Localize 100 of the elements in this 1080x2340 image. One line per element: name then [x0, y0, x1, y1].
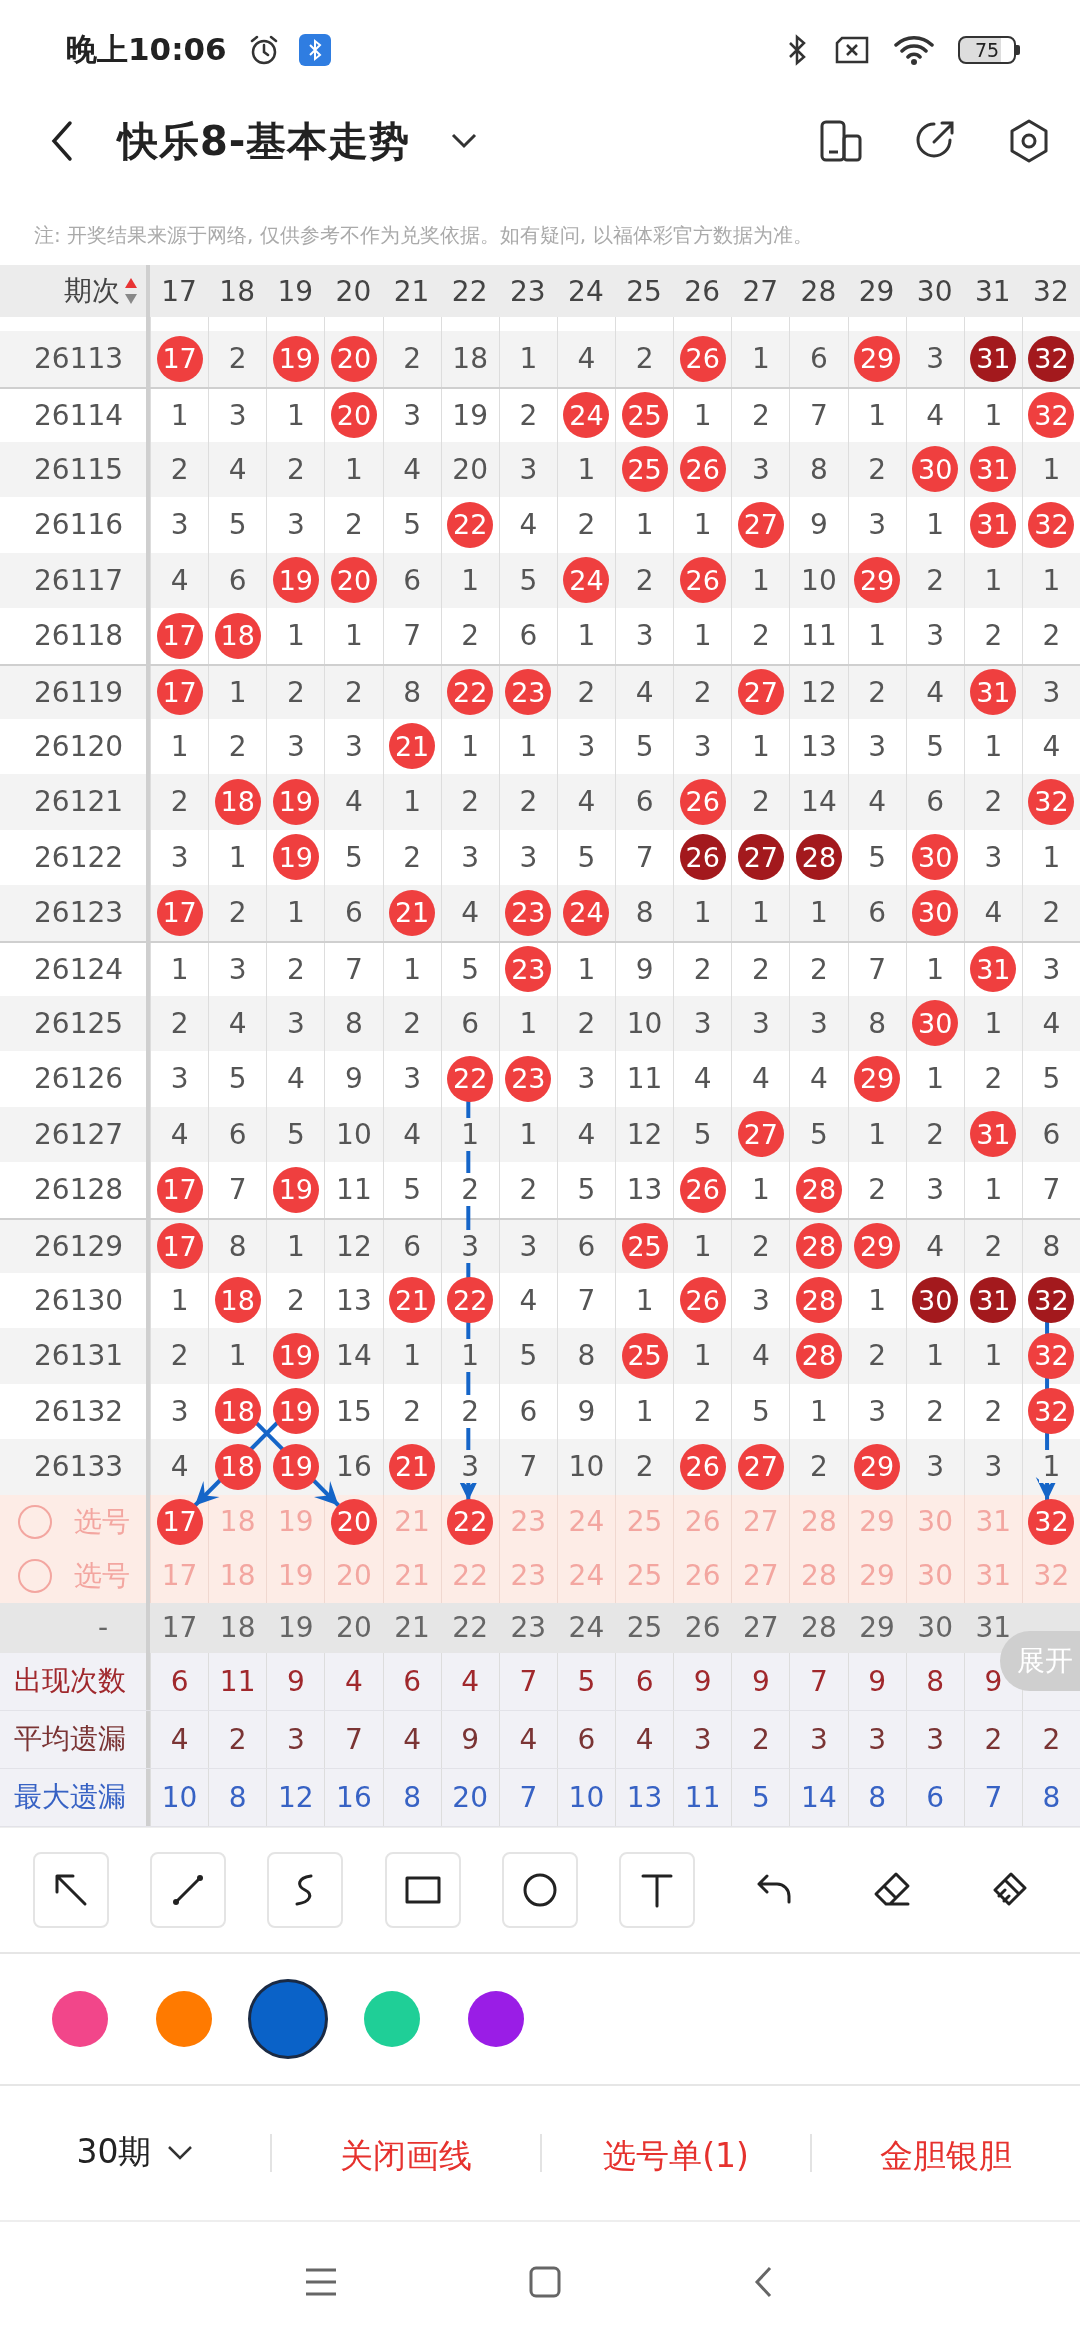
number-ball[interactable]: 22	[447, 1498, 494, 1545]
stat-value: 7	[984, 1780, 1003, 1814]
period-dropdown[interactable]: 30期	[0, 2130, 270, 2175]
number-ball: 26	[679, 1166, 726, 1213]
number-ball: 26	[679, 1277, 726, 1324]
number-ball: 20	[330, 335, 377, 382]
column-number: 24	[568, 1611, 605, 1644]
number-ball: 19	[272, 778, 319, 825]
stat-value: 7	[519, 1664, 538, 1698]
stat-value: 9	[751, 1664, 770, 1698]
number-ball: 22	[447, 1055, 494, 1102]
column-heading: 31	[975, 274, 1011, 308]
text-tool[interactable]	[619, 1851, 696, 1928]
stat-value: 2	[751, 1722, 770, 1756]
radio-button[interactable]	[18, 1558, 52, 1593]
stat-value: 5	[577, 1664, 596, 1698]
action-button[interactable]: 金胆银胆	[810, 2133, 1080, 2172]
stat-value: 4	[170, 1722, 189, 1756]
stat-value: 5	[751, 1780, 770, 1814]
stat-value: 7	[345, 1722, 363, 1756]
wifi-icon	[894, 33, 934, 67]
number-ball: 32	[1028, 1277, 1075, 1324]
number-ball: 25	[621, 392, 668, 438]
stat-value: 3	[926, 1722, 945, 1756]
home-icon[interactable]	[528, 2264, 562, 2299]
action-button[interactable]: 选号单(1)	[540, 2133, 810, 2172]
stat-value: 6	[403, 1664, 421, 1698]
period-number: 26113	[34, 342, 124, 376]
stat-value: 9	[286, 1664, 305, 1698]
column-heading: 30	[916, 274, 953, 308]
status-time: 晚上10:06	[66, 30, 227, 69]
number-ball: 26	[679, 557, 726, 604]
stat-value: 8	[1042, 1780, 1061, 1814]
stat-value: 10	[161, 1780, 198, 1814]
curve-tool[interactable]	[267, 1851, 344, 1928]
number-ball: 29	[854, 1223, 901, 1269]
column-heading: 25	[626, 274, 662, 308]
number-ball: 31	[970, 501, 1017, 548]
number-ball: 17	[156, 1166, 203, 1213]
number-ball: 28	[795, 1332, 842, 1379]
number-ball: 32	[1028, 1332, 1075, 1379]
bluetooth-icon	[298, 34, 331, 66]
column-heading: 20	[335, 274, 372, 308]
column-heading: 28	[800, 274, 837, 308]
number-ball: 30	[912, 889, 959, 936]
stat-value: 8	[228, 1780, 247, 1814]
sort-icon[interactable]	[124, 277, 138, 305]
chevron-down-icon[interactable]	[450, 131, 479, 151]
number-ball: 28	[795, 834, 842, 881]
number-ball: 25	[621, 446, 668, 493]
stat-value: 8	[926, 1664, 945, 1698]
column-heading: 32	[1033, 274, 1069, 308]
column-heading: 23	[510, 274, 546, 308]
number-ball: 32	[1028, 501, 1075, 548]
number-ball: 27	[737, 1111, 784, 1158]
number-ball[interactable]: 32	[1028, 1498, 1075, 1545]
devices-icon[interactable]	[820, 120, 862, 162]
stat-value: 2	[228, 1722, 247, 1756]
number-ball[interactable]: 17	[156, 1498, 203, 1545]
column-number: 19	[278, 1611, 314, 1644]
stat-value: 2	[984, 1722, 1003, 1756]
column-heading: 29	[858, 274, 895, 308]
number-ball: 20	[330, 557, 377, 604]
number-ball: 17	[156, 335, 203, 382]
arrow-tool[interactable]	[32, 1851, 109, 1928]
sim-card-icon	[834, 35, 870, 65]
color-swatch[interactable]	[468, 1990, 524, 2047]
number-ball: 19	[272, 1332, 319, 1379]
number-ball: 31	[970, 669, 1017, 715]
stat-value: 4	[635, 1722, 654, 1756]
rectangle-tool[interactable]	[384, 1851, 461, 1928]
stat-value: 12	[278, 1780, 314, 1814]
color-swatch[interactable]	[52, 1990, 108, 2047]
settings-icon[interactable]	[1008, 119, 1050, 163]
number-ball: 31	[970, 946, 1017, 992]
number-ball: 19	[272, 335, 319, 382]
stat-value: 10	[568, 1780, 605, 1814]
number-ball: 28	[795, 1277, 842, 1324]
stat-value: 16	[336, 1780, 372, 1814]
stat-value: 4	[403, 1722, 421, 1756]
column-heading: 18	[219, 274, 255, 308]
number-ball: 32	[1028, 1388, 1075, 1435]
number-ball: 28	[795, 1166, 842, 1213]
number-ball: 32	[1028, 392, 1075, 438]
number-ball: 18	[214, 612, 261, 659]
number-ball[interactable]: 20	[330, 1498, 377, 1545]
color-swatch[interactable]	[364, 1990, 420, 2047]
line-tool[interactable]	[150, 1851, 226, 1928]
color-swatch[interactable]	[156, 1990, 212, 2047]
column-number: 29	[859, 1611, 895, 1644]
disclaimer-text: 注: 开奖结果来源于网络, 仅供参考不作为兑奖依据。如有疑问, 以福体彩官方数据为准。	[34, 223, 813, 247]
period-number: 26123	[34, 896, 124, 930]
period-number: 26116	[34, 508, 124, 542]
circle-tool[interactable]	[501, 1851, 578, 1928]
radio-button[interactable]	[18, 1504, 52, 1539]
number-ball: 19	[272, 1166, 319, 1213]
number-ball: 30	[912, 1000, 959, 1047]
number-ball: 18	[214, 1388, 261, 1435]
number-ball: 19	[272, 1443, 319, 1490]
action-button[interactable]: 关闭画线	[270, 2133, 540, 2172]
